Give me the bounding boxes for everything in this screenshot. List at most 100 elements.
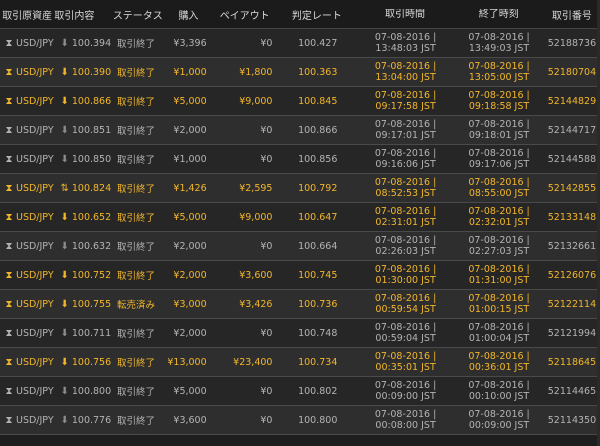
end-date: 07-08-2016 |: [468, 293, 530, 304]
entry-rate: 100.394: [71, 37, 111, 49]
trade-date: 07-08-2016 |: [374, 235, 437, 246]
entry-rate: 100.800: [71, 385, 111, 397]
trade-date: 07-08-2016 |: [374, 206, 437, 217]
table-row[interactable]: ⧗ USD/JPY ⬇ 100.756 取引終了 ¥13,000 ¥23,400 100.73…: [0, 348, 600, 377]
header-trade-time[interactable]: 取引時間: [356, 9, 454, 20]
header-buy[interactable]: 購入: [165, 7, 212, 22]
cell-trade-id: 52126076: [547, 269, 597, 281]
trade-clock: 00:09:00 JST: [375, 391, 436, 402]
hourglass-icon: ⧗: [5, 153, 13, 165]
header-status[interactable]: ステータス: [111, 7, 165, 22]
trade-date: 07-08-2016 |: [374, 32, 437, 43]
entry-rate: 100.390: [71, 66, 111, 78]
table-row[interactable]: ⧗ USD/JPY ⬇ 100.394 取引終了 ¥3,396 ¥0 100.427 07-08…: [0, 29, 600, 58]
arrow-down-icon: ⬇: [60, 37, 69, 49]
cell-asset: ⧗ USD/JPY: [0, 386, 54, 397]
cell-judge-rate: 100.664: [298, 240, 338, 252]
table-row[interactable]: ⧗ USD/JPY ⬇ 100.850 取引終了 ¥1,000 ¥0 100.856 07-08…: [0, 145, 600, 174]
trade-date: 07-08-2016 |: [374, 119, 437, 130]
cell-payout: ¥0: [260, 385, 273, 397]
cell-content: ⬇ 100.711: [54, 328, 110, 339]
cell-trade-time: 07-08-2016 | 09:17:58 JST: [357, 90, 454, 112]
cell-payout: ¥3,426: [239, 298, 273, 310]
cell-asset: ⧗ USD/JPY: [0, 96, 54, 107]
cell-asset: ⧗ USD/JPY: [0, 415, 54, 426]
end-clock: 13:49:03 JST: [468, 43, 530, 54]
asset-label: USD/JPY: [16, 211, 54, 223]
trade-date: 07-08-2016 |: [374, 61, 437, 72]
table-row[interactable]: ⧗ USD/JPY ⇅ 100.824 取引終了 ¥1,426 ¥2,595 100.792 0…: [0, 174, 600, 203]
header-end-time[interactable]: 終了時刻: [454, 9, 544, 20]
cell-trade-id: 52118645: [547, 356, 597, 368]
cell-content: ⬇ 100.632: [54, 241, 110, 252]
cell-end-time: 07-08-2016 | 08:55:00 JST: [454, 177, 544, 199]
cell-status: 取引終了: [116, 358, 155, 369]
table-row[interactable]: ⧗ USD/JPY ⬇ 100.632 取引終了 ¥2,000 ¥0 100.664 07-08…: [0, 232, 600, 261]
cell-payout: ¥1,800: [239, 66, 273, 78]
table-row[interactable]: ⧗ USD/JPY ⬇ 100.711 取引終了 ¥2,000 ¥0 100.748 07-08…: [0, 319, 600, 348]
table-row[interactable]: ⧗ USD/JPY ⬇ 100.652 取引終了 ¥5,000 ¥9,000 100.647 0…: [0, 203, 600, 232]
table-row[interactable]: ⧗ USD/JPY ⬇ 100.776 取引終了 ¥3,600 ¥0 100.800 07-08…: [0, 406, 600, 435]
entry-rate: 100.632: [71, 240, 111, 252]
trade-date: 07-08-2016 |: [374, 148, 437, 159]
entry-rate: 100.850: [71, 153, 111, 165]
cell-status: 取引終了: [116, 213, 155, 224]
table-row[interactable]: ⧗ USD/JPY ⬇ 100.752 取引終了 ¥2,000 ¥3,600 100.745 0…: [0, 261, 600, 290]
end-date: 07-08-2016 |: [468, 235, 530, 246]
table-row[interactable]: ⧗ USD/JPY ⬇ 100.755 転売済み ¥3,000 ¥3,426 100.736 0…: [0, 290, 600, 319]
cell-status: 取引終了: [116, 387, 155, 398]
cell-trade-time: 07-08-2016 | 00:59:54 JST: [357, 293, 454, 315]
cell-status: 取引終了: [116, 68, 155, 79]
asset-label: USD/JPY: [16, 182, 54, 194]
arrow-down-icon: ⬇: [60, 153, 69, 165]
cell-judge-rate: 100.745: [298, 269, 338, 281]
cell-asset: ⧗ USD/JPY: [0, 328, 54, 339]
trade-date: 07-08-2016 |: [374, 264, 437, 275]
hourglass-icon: ⧗: [5, 182, 13, 194]
cell-judge-rate: 100.734: [298, 356, 338, 368]
end-clock: 01:00:04 JST: [468, 333, 530, 344]
table-row[interactable]: ⧗ USD/JPY ⬇ 100.866 取引終了 ¥5,000 ¥9,000 100.845 0…: [0, 87, 600, 116]
header-asset[interactable]: 取引原資産: [0, 7, 54, 22]
cell-payout: ¥0: [260, 37, 273, 49]
trade-date: 07-08-2016 |: [374, 90, 437, 101]
cell-content: ⬇ 100.851: [54, 125, 110, 136]
cell-status: 取引終了: [116, 242, 155, 253]
arrow-down-icon: ⬇: [60, 66, 69, 78]
arrow-down-icon: ⬇: [60, 385, 69, 397]
cell-trade-id: 52133148: [547, 211, 597, 223]
hourglass-icon: ⧗: [5, 124, 13, 136]
end-date: 07-08-2016 |: [468, 90, 530, 101]
asset-label: USD/JPY: [16, 298, 54, 310]
hourglass-icon: ⧗: [5, 327, 13, 339]
entry-rate: 100.752: [71, 269, 111, 281]
cell-asset: ⧗ USD/JPY: [0, 67, 54, 78]
cell-content: ⬇ 100.652: [54, 212, 110, 223]
asset-label: USD/JPY: [16, 414, 54, 426]
cell-status: 取引終了: [116, 271, 155, 282]
table-row[interactable]: ⧗ USD/JPY ⬇ 100.851 取引終了 ¥2,000 ¥0 100.866 07-08…: [0, 116, 600, 145]
cell-content: ⇅ 100.824: [54, 183, 110, 194]
cell-judge-rate: 100.800: [298, 414, 338, 426]
cell-buy: ¥3,000: [173, 298, 207, 310]
table-row[interactable]: ⧗ USD/JPY ⬇ 100.800 取引終了 ¥5,000 ¥0 100.802 07-08…: [0, 377, 600, 406]
cell-status: 取引終了: [116, 329, 155, 340]
cell-asset: ⧗ USD/JPY: [0, 212, 54, 223]
header-payout[interactable]: ペイアウト: [212, 7, 278, 22]
table-row[interactable]: ⧗ USD/JPY ⬇ 100.390 取引終了 ¥1,000 ¥1,800 100.363 0…: [0, 58, 600, 87]
hourglass-icon: ⧗: [5, 414, 13, 426]
header-trade-id[interactable]: 取引番号: [544, 7, 600, 22]
cell-buy: ¥3,600: [173, 414, 207, 426]
entry-rate: 100.776: [71, 414, 111, 426]
cell-trade-id: 52188736: [547, 37, 597, 49]
cell-content: ⬇ 100.752: [54, 270, 110, 281]
trade-clock: 13:48:03 JST: [375, 43, 436, 54]
trade-clock: 00:59:04 JST: [375, 333, 436, 344]
header-content[interactable]: 取引内容: [54, 7, 110, 22]
end-date: 07-08-2016 |: [468, 264, 530, 275]
cell-content: ⬇ 100.850: [54, 154, 110, 165]
end-clock: 02:27:03 JST: [468, 246, 530, 257]
header-judge-rate[interactable]: 判定レート: [278, 7, 357, 22]
cell-status: 取引終了: [116, 126, 155, 137]
end-clock: 00:09:00 JST: [468, 420, 530, 431]
